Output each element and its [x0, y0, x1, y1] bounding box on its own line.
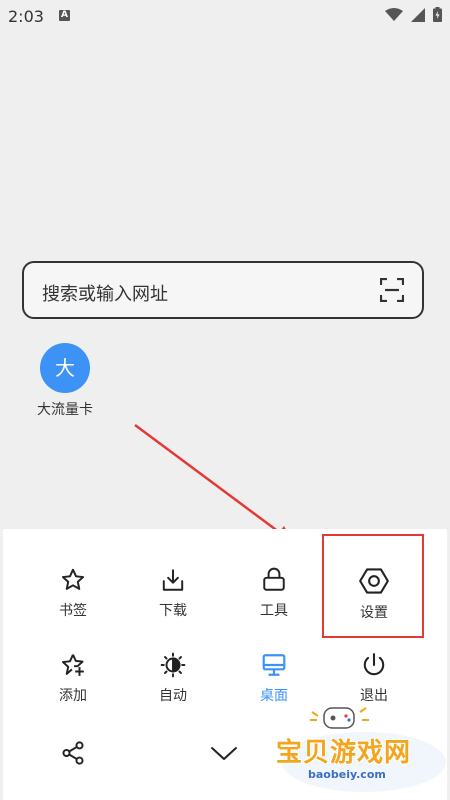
download-icon: [162, 569, 184, 591]
menu-item-add[interactable]: 添加: [23, 652, 123, 705]
star-plus-icon: [61, 654, 84, 676]
power-icon: [363, 653, 385, 676]
scan-icon[interactable]: [380, 278, 404, 302]
star-icon: [61, 568, 85, 590]
status-icons: [385, 7, 442, 22]
status-time: 2:03: [8, 7, 44, 26]
chevron-down-icon: [211, 747, 237, 760]
menu-item-desktop[interactable]: 桌面: [224, 652, 324, 705]
notification-a-icon: A: [59, 10, 70, 21]
watermark: 宝贝游戏网 baobeiy.com: [272, 700, 448, 796]
search-input[interactable]: 搜索或输入网址: [42, 280, 168, 306]
desktop-icon: [262, 654, 286, 676]
menu-item-auto[interactable]: 自动: [123, 652, 223, 705]
menu-item-tools[interactable]: 工具: [224, 567, 324, 620]
battery-icon: [433, 7, 442, 22]
menu-label-auto: 自动: [159, 688, 187, 704]
watermark-url: baobeiy.com: [308, 768, 386, 781]
menu-label-bookmarks: 书签: [59, 603, 87, 619]
search-bar[interactable]: 搜索或输入网址: [22, 261, 424, 319]
watermark-text: 宝贝游戏网: [276, 738, 412, 768]
auto-brightness-icon: [160, 652, 186, 678]
menu-label-tools: 工具: [260, 603, 288, 619]
share-icon: [62, 741, 84, 765]
menu-label-add: 添加: [59, 688, 87, 704]
menu-item-share[interactable]: [23, 740, 123, 766]
annotation-highlight-box: [322, 534, 424, 638]
shortcut-label: 大流量卡: [37, 402, 93, 418]
wifi-icon: [385, 7, 403, 21]
signal-icon: [411, 7, 425, 22]
status-bar: 2:03 A: [0, 0, 450, 32]
shortcut-avatar: 大: [40, 343, 90, 393]
menu-item-exit[interactable]: 退出: [324, 652, 424, 705]
shortcut-item[interactable]: 大 大流量卡: [30, 343, 100, 419]
menu-item-bookmarks[interactable]: 书签: [23, 567, 123, 620]
toolbox-icon: [263, 567, 285, 591]
collapse-menu-button[interactable]: [174, 740, 274, 766]
menu-label-download: 下载: [159, 603, 187, 619]
menu-item-download[interactable]: 下载: [123, 567, 223, 620]
